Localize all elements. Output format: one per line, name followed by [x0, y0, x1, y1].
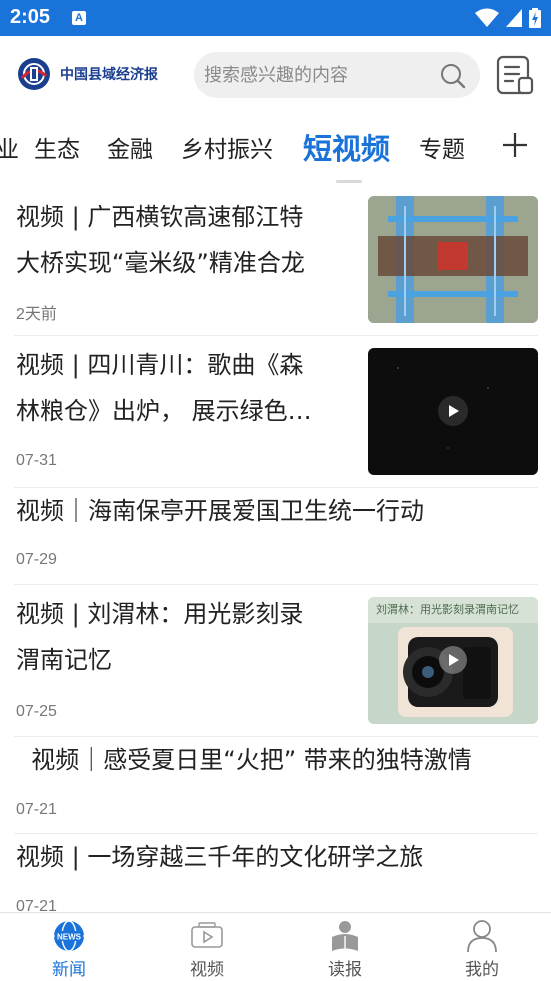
- news-title-line: 大桥实现“毫米级”精准合龙: [16, 249, 305, 277]
- tab-short-video[interactable]: 短视频: [303, 126, 390, 168]
- news-date: 07-21: [16, 898, 57, 912]
- category-tabs: 业 生态 金融 乡村振兴 短视频 专题: [0, 114, 551, 184]
- news-globe-text: NEWS: [57, 933, 82, 942]
- tab-rural-revival[interactable]: 乡村振兴: [181, 130, 273, 164]
- tab-active-indicator: [336, 180, 362, 183]
- reader-icon: [332, 921, 358, 951]
- signal-icon: [506, 9, 522, 27]
- news-title-line: 视频 | 刘渭林：用光影刻录: [16, 600, 304, 628]
- news-title-line: 林粮仓》出炉， 展示绿色…: [16, 397, 312, 425]
- news-title: 视频 | 一场穿越三千年的文化研学之旅: [16, 834, 423, 880]
- news-date: 07-29: [16, 551, 57, 568]
- tab-partial[interactable]: 业: [0, 130, 19, 164]
- nav-video[interactable]: 视频: [138, 913, 276, 981]
- news-item[interactable]: 视频 | 四川青川：歌曲《森 林粮仓》出炉， 展示绿色… 07-31: [14, 336, 538, 488]
- news-title: 视频 | 广西横钦高速郁江特 大桥实现“毫米级”精准合龙: [16, 194, 305, 286]
- news-title: 视频 | 四川青川：歌曲《森 林粮仓》出炉， 展示绿色…: [16, 342, 312, 434]
- news-date: 2天前: [16, 306, 57, 323]
- profile-icon: [467, 920, 497, 953]
- tab-finance[interactable]: 金融: [107, 130, 153, 164]
- news-title-line: 视频 | 四川青川：歌曲《森: [16, 351, 304, 379]
- status-bar: 2:05 A: [0, 0, 551, 36]
- news-thumbnail: [368, 196, 538, 323]
- news-thumbnail: [368, 348, 538, 475]
- wifi-icon: [475, 8, 499, 27]
- news-item[interactable]: 视频 | 一场穿越三千年的文化研学之旅 07-21: [14, 834, 538, 912]
- search-bar[interactable]: [194, 52, 480, 98]
- news-item[interactable]: 视频 | 广西横钦高速郁江特 大桥实现“毫米级”精准合龙 2天前: [14, 192, 538, 336]
- status-time: 2:05: [10, 6, 51, 28]
- news-title: 视频｜海南保亭开展爱国卫生统一行动: [16, 488, 424, 534]
- nav-label: 新闻: [52, 960, 86, 980]
- news-title-line: 渭南记忆: [16, 646, 112, 674]
- bottom-navigation: NEWS 新闻 视频 读报 我的: [0, 912, 551, 981]
- news-item[interactable]: 视频｜感受夏日里“火把” 带来的独特激情 07-21: [14, 737, 538, 834]
- newspaper-icon[interactable]: [494, 54, 536, 96]
- thumbnail-caption: 刘渭林：用光影刻录渭南记忆: [376, 603, 519, 616]
- news-date: 07-21: [16, 801, 57, 818]
- news-title-line: 视频 | 一场穿越三千年的文化研学之旅: [16, 843, 424, 871]
- news-title: 视频｜感受夏日里“火把” 带来的独特激情: [16, 737, 472, 783]
- news-title: 视频 | 刘渭林：用光影刻录 渭南记忆: [16, 591, 303, 683]
- nav-label: 视频: [190, 960, 224, 980]
- news-title-line: 视频｜海南保亭开展爱国卫生统一行动: [16, 497, 424, 525]
- logo-text: 中国县域经济报: [60, 67, 158, 83]
- news-list: 视频 | 广西横钦高速郁江特 大桥实现“毫米级”精准合龙 2天前 视频 | 四川…: [0, 186, 551, 912]
- search-input[interactable]: [204, 52, 434, 98]
- nav-profile[interactable]: 我的: [413, 913, 551, 981]
- tab-special-topics[interactable]: 专题: [419, 130, 465, 164]
- nav-reader[interactable]: 读报: [276, 913, 414, 981]
- news-date: 07-25: [16, 703, 57, 720]
- brand-logo[interactable]: 中国县域经济报: [16, 54, 176, 94]
- search-icon[interactable]: [440, 63, 466, 89]
- news-item[interactable]: 视频｜海南保亭开展爱国卫生统一行动 07-29: [14, 488, 538, 585]
- news-item[interactable]: 视频 | 刘渭林：用光影刻录 渭南记忆 07-25 刘渭林：用光影刻录渭南记忆: [14, 585, 538, 737]
- nav-news[interactable]: NEWS 新闻: [0, 913, 138, 981]
- nav-label: 我的: [465, 960, 499, 980]
- status-icons: [475, 8, 541, 28]
- app-header: 中国县域经济报: [0, 36, 551, 114]
- news-title-line: 视频 | 广西横钦高速郁江特: [16, 203, 304, 231]
- video-icon: [191, 922, 223, 948]
- app-notification-icon: A: [72, 11, 86, 25]
- nav-label: 读报: [328, 960, 362, 980]
- news-title-line: 视频｜感受夏日里“火把” 带来的独特激情: [16, 746, 472, 774]
- tab-ecology[interactable]: 生态: [34, 130, 80, 164]
- battery-charging-icon: [529, 8, 541, 28]
- plus-icon[interactable]: [500, 130, 530, 160]
- logo-mark-icon: [18, 58, 50, 90]
- news-globe-icon: NEWS: [54, 920, 84, 952]
- news-date: 07-31: [16, 452, 57, 469]
